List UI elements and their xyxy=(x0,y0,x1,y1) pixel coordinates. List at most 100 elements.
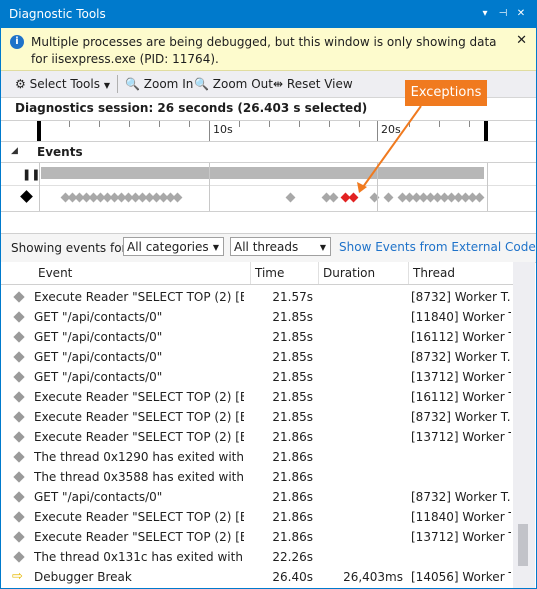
session-summary: Diagnostics session: 26 seconds (26.403 … xyxy=(15,101,368,115)
reset-view-button[interactable]: ⇹ Reset View xyxy=(273,75,353,93)
cell-thread: [8732] Worker T... xyxy=(411,410,511,424)
vertical-scrollbar[interactable] xyxy=(513,262,535,588)
table-row[interactable]: The thread 0x3588 has exited with cod...… xyxy=(1,467,513,487)
timeline-gridline xyxy=(377,163,378,211)
column-header-duration[interactable]: Duration xyxy=(319,262,409,284)
ruler-tick xyxy=(269,121,270,127)
ruler-tick xyxy=(329,121,330,127)
event-mark[interactable] xyxy=(285,192,296,203)
cell-event: Debugger Break xyxy=(34,570,132,584)
event-marks-track[interactable] xyxy=(1,186,536,210)
events-section-header[interactable]: ◢ Events xyxy=(1,142,536,163)
events-section-label: Events xyxy=(37,145,83,159)
cell-thread: [8732] Worker T... xyxy=(411,490,511,504)
column-header-thread[interactable]: Thread xyxy=(409,262,513,284)
pin-icon[interactable]: ⊣ xyxy=(495,5,511,23)
window-menu-icon[interactable]: ▾ xyxy=(477,5,493,23)
ruler-major-tick xyxy=(209,121,210,141)
chevron-down-icon: ▼ xyxy=(103,81,110,90)
table-row[interactable]: ⇨ Debugger Break 26.40s 26,403ms [14056] Wor… xyxy=(1,567,513,587)
gear-icon: ⚙ xyxy=(15,77,26,91)
cell-time: 21.85s xyxy=(272,370,313,384)
cell-event: Execute Reader "SELECT TOP (2) [Exte... xyxy=(34,510,244,524)
cell-time: 21.85s xyxy=(272,410,313,424)
select-tools-button[interactable]: ⚙ Select Tools ▼ xyxy=(15,75,110,93)
time-ruler[interactable]: 10s 20s xyxy=(1,120,536,142)
column-header-time[interactable]: Time xyxy=(251,262,319,284)
table-row[interactable]: The thread 0x1290 has exited with cod...… xyxy=(1,447,513,467)
table-row[interactable]: Execute Reader "SELECT TOP (2) [Exte... 2… xyxy=(1,407,513,427)
event-diamond-icon xyxy=(13,451,25,463)
cell-event: Execute Reader "SELECT TOP (2) [Exte... xyxy=(34,530,244,544)
info-close-icon[interactable]: ✕ xyxy=(516,33,527,48)
scrollbar-thumb[interactable] xyxy=(518,524,528,566)
thread-select[interactable]: All threads ▼ xyxy=(230,237,331,256)
cell-event: GET "/api/contacts/0" xyxy=(34,490,163,504)
cell-event: Execute Reader "SELECT TOP (2) [Exte... xyxy=(34,410,244,424)
zoom-out-button[interactable]: 🔍 Zoom Out xyxy=(194,75,273,93)
event-mark[interactable] xyxy=(474,192,485,203)
event-mark[interactable] xyxy=(328,192,339,203)
column-header-event[interactable]: Event xyxy=(1,262,251,284)
table-row[interactable]: Execute Reader "SELECT TOP (2) [Exte... 2… xyxy=(1,427,513,447)
table-row[interactable]: GET "/api/contacts/0" 21.85s [11840] Worke… xyxy=(1,307,513,327)
cell-event: The thread 0x3588 has exited with cod... xyxy=(34,470,244,484)
table-header: Event Time Duration Thread xyxy=(1,262,513,285)
ruler-tick xyxy=(129,121,130,127)
cell-time: 21.86s xyxy=(272,450,313,464)
events-table: Event Time Duration Thread Execute Reade… xyxy=(1,262,536,588)
selection-start-handle[interactable] xyxy=(37,121,41,141)
cell-duration: 26,403ms xyxy=(343,570,403,584)
cell-time: 21.86s xyxy=(272,490,313,504)
event-mark[interactable] xyxy=(172,192,183,203)
event-diamond-icon xyxy=(13,431,25,443)
cell-thread: [13712] Worker T... xyxy=(411,370,511,384)
diagnostic-tools-window: Diagnostic Tools ▾ ⊣ ✕ i Multiple proces… xyxy=(0,0,537,589)
cell-event: GET "/api/contacts/0" xyxy=(34,310,163,324)
info-message: Multiple processes are being debugged, b… xyxy=(31,35,497,66)
info-icon: i xyxy=(10,35,24,49)
event-diamond-icon xyxy=(13,511,25,523)
run-state-bar[interactable] xyxy=(41,167,484,179)
table-row[interactable]: GET "/api/contacts/0" 21.85s [8732] Worker… xyxy=(1,347,513,367)
category-select-value: All categories xyxy=(127,240,209,254)
cell-time: 21.57s xyxy=(272,290,313,304)
selection-end-handle[interactable] xyxy=(484,121,488,141)
event-diamond-icon xyxy=(13,551,25,563)
table-row[interactable]: Execute Reader "SELECT TOP (2) [Exte... 2… xyxy=(1,387,513,407)
break-arrow-icon: ⇨ xyxy=(12,569,23,584)
cell-time: 21.85s xyxy=(272,310,313,324)
event-diamond-icon xyxy=(13,331,25,343)
table-row[interactable]: Execute Reader "SELECT TOP (2) [Exte... 2… xyxy=(1,287,513,307)
break-track[interactable]: ❚❚ xyxy=(1,163,536,186)
table-row[interactable]: GET "/api/contacts/0" 21.85s [16112] Worke… xyxy=(1,327,513,347)
cell-time: 21.86s xyxy=(272,510,313,524)
cell-thread: [16112] Worker T... xyxy=(411,390,511,404)
filter-bar: Showing events for: All categories ▼ All… xyxy=(1,233,536,263)
show-external-code-link[interactable]: Show Events from External Code xyxy=(339,240,536,254)
cell-thread: [8732] Worker T... xyxy=(411,350,511,364)
ruler-tick xyxy=(439,121,440,127)
zoom-out-label: Zoom Out xyxy=(212,77,273,91)
close-window-icon[interactable]: ✕ xyxy=(513,5,529,23)
zoom-in-button[interactable]: 🔍 Zoom In xyxy=(125,75,193,93)
ruler-tick xyxy=(159,121,160,127)
event-diamond-icon xyxy=(13,371,25,383)
category-select[interactable]: All categories ▼ xyxy=(123,237,224,256)
cell-thread: [11840] Worker T... xyxy=(411,310,511,324)
zoom-in-icon: 🔍 xyxy=(125,77,140,91)
cell-thread: [11840] Worker T... xyxy=(411,510,511,524)
table-row[interactable]: GET "/api/contacts/0" 21.86s [8732] Worker… xyxy=(1,487,513,507)
table-row[interactable]: The thread 0x131c has exited with cod...… xyxy=(1,547,513,567)
ruler-tick xyxy=(239,121,240,127)
exception-event-mark[interactable] xyxy=(348,192,359,203)
table-row[interactable]: Execute Reader "SELECT TOP (2) [Exte... 2… xyxy=(1,527,513,547)
table-row[interactable]: Execute Reader "SELECT TOP (2) [Exte... 2… xyxy=(1,507,513,527)
event-diamond-icon xyxy=(13,531,25,543)
event-mark[interactable] xyxy=(383,192,394,203)
table-row[interactable]: GET "/api/contacts/0" 21.85s [13712] Worke… xyxy=(1,367,513,387)
title-bar: Diagnostic Tools ▾ ⊣ ✕ xyxy=(1,1,536,28)
cell-thread: [13712] Worker T... xyxy=(411,530,511,544)
collapse-triangle-icon[interactable]: ◢ xyxy=(11,146,18,156)
cell-time: 21.85s xyxy=(272,390,313,404)
